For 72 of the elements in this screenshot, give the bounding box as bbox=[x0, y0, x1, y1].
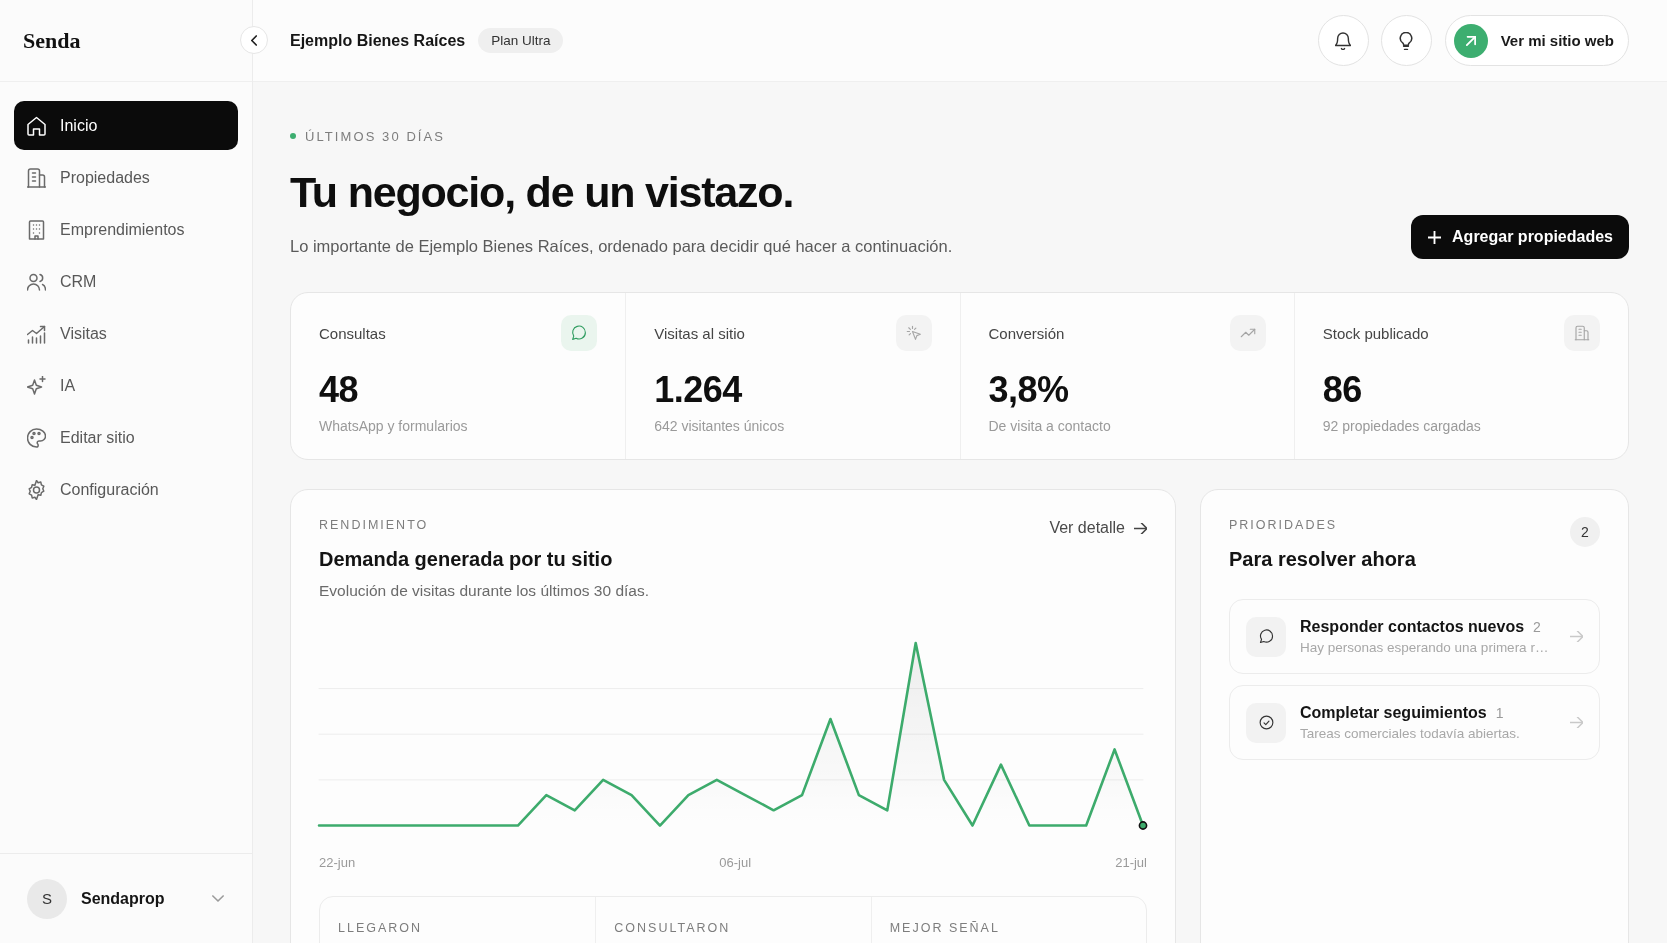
stat-value: 3,8% bbox=[988, 369, 1070, 411]
stat-note: WhatsApp y formularios bbox=[319, 417, 469, 435]
stat-label: Visitas al sitio bbox=[654, 324, 745, 342]
page-title: Tu negocio, de un vistazo. bbox=[290, 167, 795, 218]
section-eyebrow: PRIORIDADES bbox=[1229, 517, 1338, 533]
palette-icon bbox=[27, 427, 46, 448]
axis-label: 22-jun bbox=[319, 854, 356, 871]
visit-site-button[interactable]: Ver mi sitio web bbox=[1444, 15, 1629, 66]
logo: Senda bbox=[23, 27, 81, 54]
users-icon bbox=[27, 271, 46, 292]
nav-item[interactable]: CRM bbox=[14, 257, 238, 306]
nav-item[interactable]: Visitas bbox=[14, 309, 238, 358]
axis-label: 06-jul bbox=[719, 854, 752, 871]
nav-item[interactable]: Editar sitio bbox=[14, 413, 238, 462]
nav-item[interactable]: Inicio bbox=[14, 101, 238, 150]
column-header: CONSULTARON bbox=[614, 920, 731, 935]
priority-title: Responder contactos nuevos bbox=[1300, 618, 1525, 636]
plus-icon bbox=[1428, 230, 1442, 244]
sparkles-icon bbox=[27, 375, 46, 396]
priority-description: Hay personas esperando una primera r… bbox=[1300, 640, 1550, 655]
stat-note: 642 visitantes únicos bbox=[654, 417, 786, 435]
card-title: Para resolver ahora bbox=[1229, 547, 1417, 572]
plan-badge: Plan Ultra bbox=[478, 28, 564, 53]
stat-label: Consultas bbox=[319, 324, 386, 342]
card-subtitle: Evolución de visitas durante los últimos 30 días. bbox=[319, 581, 649, 601]
priority-item[interactable]: Responder contactos nuevos 2 Hay personas esperando una primera r… bbox=[1229, 599, 1600, 674]
nav-item[interactable]: Emprendimientos bbox=[14, 205, 238, 254]
chevron-left-icon bbox=[251, 34, 257, 46]
nav-item[interactable]: Configuración bbox=[14, 465, 238, 514]
lightbulb-icon bbox=[1398, 31, 1415, 50]
details-link[interactable]: Ver detalle bbox=[1049, 519, 1147, 537]
house-icon bbox=[27, 115, 46, 136]
settings-icon bbox=[27, 479, 46, 500]
section-eyebrow: RENDIMIENTO bbox=[319, 517, 430, 533]
add-properties-button[interactable]: Agregar propiedades bbox=[1411, 215, 1629, 259]
nav-item[interactable]: IA bbox=[14, 361, 238, 410]
count-badge: 2 bbox=[1570, 517, 1600, 547]
card-title: Demanda generada por tu sitio bbox=[319, 547, 614, 572]
stat-value: 1.264 bbox=[654, 369, 743, 411]
priority-title: Completar seguimientos bbox=[1300, 704, 1487, 722]
priority-item[interactable]: Completar seguimientos 1 Tareas comerciales todavía abiertas. bbox=[1229, 685, 1600, 760]
bar-chart-icon bbox=[27, 323, 46, 344]
workspace-title: Ejemplo Bienes Raíces bbox=[290, 31, 466, 50]
stat-label: Conversión bbox=[988, 324, 1065, 342]
bell-icon bbox=[1335, 31, 1352, 50]
arrow-right-icon bbox=[1570, 717, 1583, 728]
avatar: S bbox=[27, 878, 67, 919]
period-label: ÚLTIMOS 30 DÍAS bbox=[305, 128, 446, 144]
notifications-button[interactable] bbox=[1317, 15, 1369, 66]
column-header: MEJOR SEÑAL bbox=[889, 920, 1000, 935]
priority-count: 1 bbox=[1495, 705, 1504, 721]
account-name: Sendaprop bbox=[81, 889, 166, 908]
page-subtitle: Lo importante de Ejemplo Bienes Raíces, ordenado para decidir qué hacer a continuación. bbox=[290, 236, 953, 256]
column-header: LLEGARON bbox=[338, 920, 423, 935]
office-building-icon bbox=[27, 219, 46, 240]
nav-item[interactable]: Propiedades bbox=[14, 153, 238, 202]
stat-value: 48 bbox=[319, 369, 360, 411]
priority-count: 2 bbox=[1533, 619, 1541, 635]
stat-value: 86 bbox=[1322, 369, 1363, 411]
arrow-up-right-icon bbox=[1453, 23, 1488, 58]
ideas-button[interactable] bbox=[1380, 15, 1432, 66]
arrow-right-icon bbox=[1134, 522, 1147, 534]
chevron-down-icon bbox=[212, 895, 224, 902]
stat-label: Stock publicado bbox=[1322, 324, 1429, 342]
axis-label: 21-jul bbox=[1115, 854, 1147, 871]
arrow-right-icon bbox=[1570, 631, 1583, 642]
chat-bubble-icon bbox=[1246, 616, 1286, 657]
stat-note: 92 propiedades cargadas bbox=[1322, 417, 1482, 435]
building-icon bbox=[27, 167, 46, 188]
stat-note: De visita a contacto bbox=[988, 417, 1112, 435]
status-dot-icon bbox=[290, 133, 296, 139]
priority-description: Tareas comerciales todavía abiertas. bbox=[1300, 726, 1521, 741]
